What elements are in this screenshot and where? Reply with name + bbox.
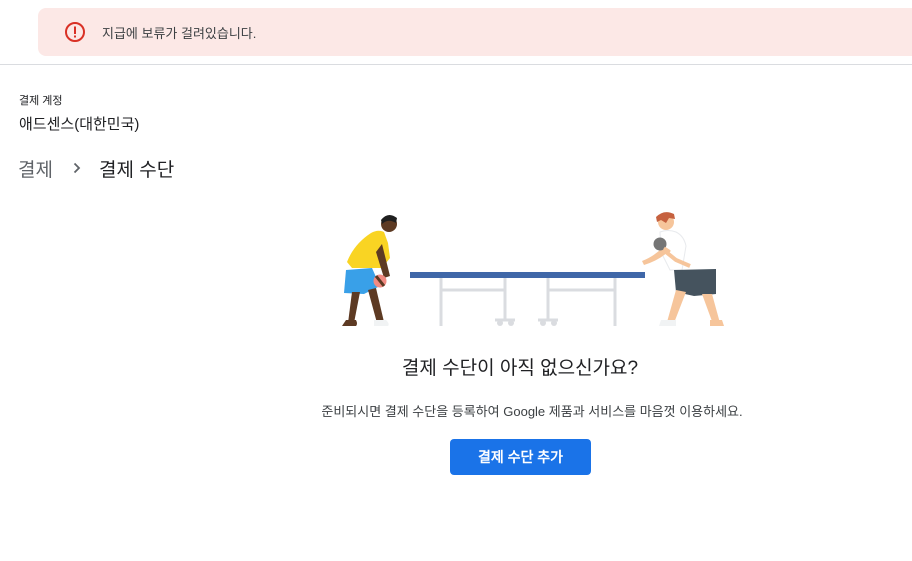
- breadcrumb-root-link[interactable]: 결제: [18, 155, 53, 182]
- breadcrumb: 결제 결제 수단: [18, 155, 174, 181]
- account-name: 애드센스(대한민국): [19, 116, 140, 133]
- breadcrumb-current: 결제 수단: [98, 159, 175, 181]
- empty-state-title: 결제 수단이 아직 없으신가요?: [401, 358, 639, 379]
- add-payment-method-button[interactable]: 결제 수단 추가: [450, 439, 591, 475]
- account-label: 결제 계정: [19, 95, 63, 107]
- ping-pong-illustration: [330, 208, 725, 333]
- alert-message: 지급에 보류가 걸려있습니다.: [102, 25, 257, 41]
- payment-hold-alert: 지급에 보류가 걸려있습니다.: [38, 8, 912, 56]
- error-icon: [64, 21, 86, 43]
- chevron-right-icon: [67, 158, 87, 178]
- empty-state-description: 준비되시면 결제 수단을 등록하여 Google 제품과 서비스를 마음껏 이용…: [321, 404, 743, 419]
- header-divider: [0, 64, 912, 65]
